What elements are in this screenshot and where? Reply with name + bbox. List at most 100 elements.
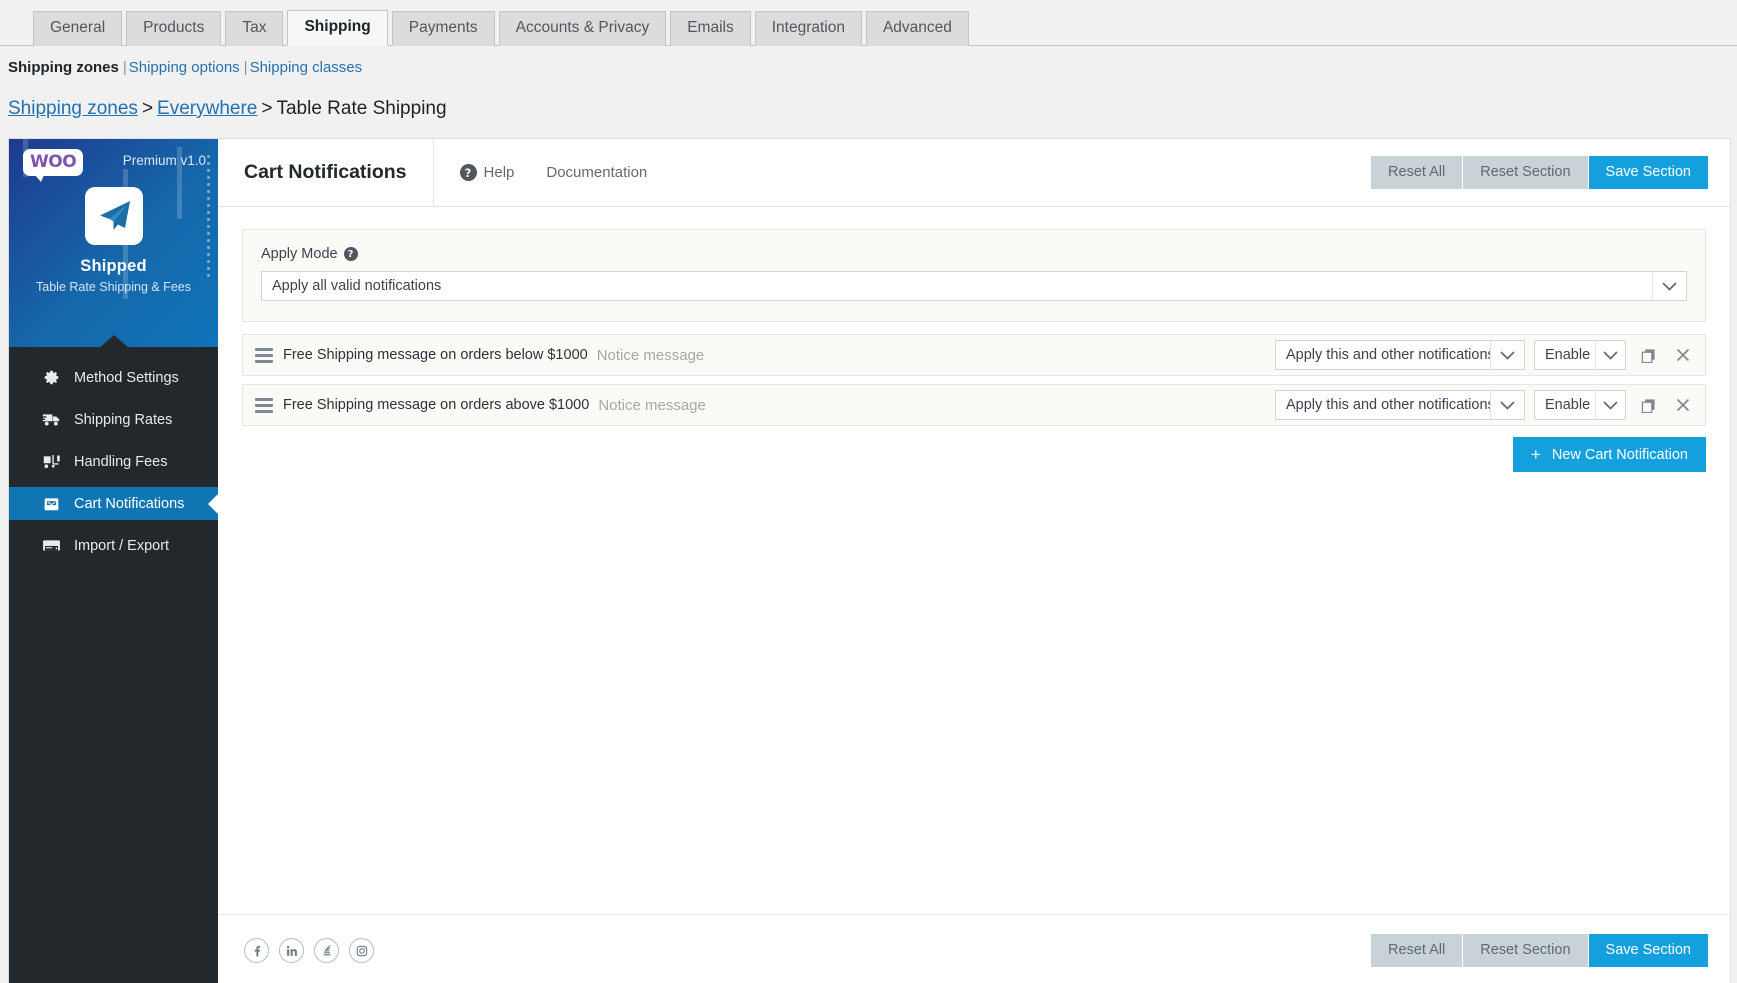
sidebar-menu: Method Settings Shipping Rates xyxy=(9,347,218,562)
sidebar-item-import-export[interactable]: Import / Export xyxy=(9,529,218,562)
notification-controls: Apply this and other notifications Enabl… xyxy=(1275,340,1696,370)
notification-title[interactable]: Free Shipping message on orders above $1… xyxy=(283,397,589,413)
content-area: Cart Notifications ? Help Documentation … xyxy=(218,139,1730,983)
drag-handle-icon[interactable] xyxy=(255,398,273,413)
shipping-sub-nav: Shipping zones|Shipping options|Shipping… xyxy=(0,46,1737,76)
notification-subtitle: Notice message xyxy=(597,347,705,364)
content-body: Apply Mode ? Apply all valid notificatio… xyxy=(218,207,1730,914)
question-circle-icon[interactable]: ? xyxy=(344,247,358,261)
sidebar-item-label: Shipping Rates xyxy=(74,412,172,428)
sub-nav-separator-2: | xyxy=(240,59,250,76)
notification-status-value: Enable xyxy=(1535,347,1595,363)
sidebar-item-label: Import / Export xyxy=(74,538,169,554)
sidebar-item-method-settings[interactable]: Method Settings xyxy=(9,361,218,394)
facebook-icon[interactable] xyxy=(244,938,269,963)
sub-nav-shipping-options[interactable]: Shipping options xyxy=(129,59,240,76)
tab-products[interactable]: Products xyxy=(126,11,221,46)
new-notification-row: + New Cart Notification xyxy=(242,437,1706,472)
drive-icon xyxy=(41,538,62,553)
mailbox-icon xyxy=(41,495,62,512)
close-icon[interactable] xyxy=(1670,392,1696,418)
notification-status-select[interactable]: Enable xyxy=(1534,390,1626,420)
instagram-icon[interactable] xyxy=(349,938,374,963)
chevron-down-icon xyxy=(1490,391,1524,419)
tab-accounts-privacy[interactable]: Accounts & Privacy xyxy=(499,11,667,46)
tab-shipping[interactable]: Shipping xyxy=(287,10,387,46)
copy-icon[interactable] xyxy=(1635,392,1661,418)
apply-mode-panel: Apply Mode ? Apply all valid notificatio… xyxy=(242,229,1706,322)
notification-apply-select[interactable]: Apply this and other notifications xyxy=(1275,390,1525,420)
notification-apply-value: Apply this and other notifications xyxy=(1276,397,1490,413)
close-icon[interactable] xyxy=(1670,342,1696,368)
tab-emails[interactable]: Emails xyxy=(670,11,751,46)
reset-section-button-top[interactable]: Reset Section xyxy=(1463,156,1587,189)
tab-advanced[interactable]: Advanced xyxy=(866,11,969,46)
tab-tax[interactable]: Tax xyxy=(225,11,283,46)
sidebar-item-label: Method Settings xyxy=(74,370,179,386)
save-section-button-bottom[interactable]: Save Section xyxy=(1589,934,1708,967)
notification-list: Free Shipping message on orders below $1… xyxy=(242,334,1706,426)
woocommerce-logo: WOO xyxy=(23,149,83,176)
sidebar-item-label: Cart Notifications xyxy=(74,496,184,512)
help-link[interactable]: ? Help xyxy=(460,164,515,181)
page-title: Cart Notifications xyxy=(218,139,434,206)
new-cart-notification-button[interactable]: + New Cart Notification xyxy=(1513,437,1706,472)
chevron-down-icon xyxy=(1490,341,1524,369)
social-links xyxy=(244,938,374,963)
notification-status-select[interactable]: Enable xyxy=(1534,340,1626,370)
apply-mode-label-row: Apply Mode ? xyxy=(261,246,1687,262)
tab-general[interactable]: General xyxy=(33,11,122,46)
notification-title[interactable]: Free Shipping message on orders below $1… xyxy=(283,347,588,363)
footer-actions: Reset All Reset Section Save Section xyxy=(1371,934,1708,967)
new-cart-notification-label: New Cart Notification xyxy=(1552,447,1688,463)
notification-subtitle: Notice message xyxy=(598,397,706,414)
plugin-version-label: Premium v1.0 xyxy=(123,153,206,168)
sidebar-item-label: Handling Fees xyxy=(74,454,168,470)
header-actions: Reset All Reset Section Save Section xyxy=(1371,139,1730,206)
delivery-truck-icon xyxy=(41,411,62,428)
sidebar-brand-header: WOO Premium v1.0 Shipped Table Rate Ship… xyxy=(9,139,218,347)
paper-plane-icon xyxy=(85,187,143,245)
documentation-link[interactable]: Documentation xyxy=(546,164,647,181)
tab-payments[interactable]: Payments xyxy=(392,11,495,46)
sidebar: WOO Premium v1.0 Shipped Table Rate Ship… xyxy=(9,139,218,983)
reset-section-button-bottom[interactable]: Reset Section xyxy=(1463,934,1587,967)
content-footer: Reset All Reset Section Save Section xyxy=(218,914,1730,983)
notification-apply-select[interactable]: Apply this and other notifications xyxy=(1275,340,1525,370)
plugin-tagline: Table Rate Shipping & Fees xyxy=(9,280,218,294)
help-link-label: Help xyxy=(484,164,515,181)
breadcrumb-shipping-zones[interactable]: Shipping zones xyxy=(8,98,138,119)
reset-all-button-top[interactable]: Reset All xyxy=(1371,156,1462,189)
stack-overflow-icon[interactable] xyxy=(314,938,339,963)
forklift-icon xyxy=(41,453,62,470)
breadcrumb-separator-1: > xyxy=(138,98,157,119)
apply-mode-select[interactable]: Apply all valid notifications xyxy=(261,271,1687,301)
sidebar-item-handling-fees[interactable]: Handling Fees xyxy=(9,445,218,478)
breadcrumb-separator-2: > xyxy=(257,98,276,119)
sidebar-item-cart-notifications[interactable]: Cart Notifications xyxy=(9,487,218,520)
sub-nav-shipping-classes[interactable]: Shipping classes xyxy=(250,59,363,76)
copy-icon[interactable] xyxy=(1635,342,1661,368)
sub-nav-shipping-zones[interactable]: Shipping zones xyxy=(8,59,119,76)
sub-nav-separator-1: | xyxy=(119,59,129,76)
plugin-app: WOO Premium v1.0 Shipped Table Rate Ship… xyxy=(8,138,1731,983)
chevron-down-icon xyxy=(1595,341,1625,369)
chevron-down-icon xyxy=(1595,391,1625,419)
apply-mode-value: Apply all valid notifications xyxy=(262,278,1652,294)
apply-mode-label: Apply Mode xyxy=(261,246,338,262)
linkedin-icon[interactable] xyxy=(279,938,304,963)
reset-all-button-bottom[interactable]: Reset All xyxy=(1371,934,1462,967)
save-section-button-top[interactable]: Save Section xyxy=(1589,156,1708,189)
gear-icon xyxy=(41,369,62,386)
drag-handle-icon[interactable] xyxy=(255,348,273,363)
breadcrumb-everywhere[interactable]: Everywhere xyxy=(157,98,257,119)
settings-tab-bar: General Products Tax Shipping Payments A… xyxy=(0,0,1737,46)
header-links: ? Help Documentation xyxy=(434,139,648,206)
notification-row: Free Shipping message on orders below $1… xyxy=(242,334,1706,376)
notification-apply-value: Apply this and other notifications xyxy=(1276,347,1490,363)
notification-row: Free Shipping message on orders above $1… xyxy=(242,384,1706,426)
plugin-name: Shipped xyxy=(9,257,218,276)
plus-icon: + xyxy=(1531,446,1541,463)
sidebar-item-shipping-rates[interactable]: Shipping Rates xyxy=(9,403,218,436)
tab-integration[interactable]: Integration xyxy=(755,11,862,46)
